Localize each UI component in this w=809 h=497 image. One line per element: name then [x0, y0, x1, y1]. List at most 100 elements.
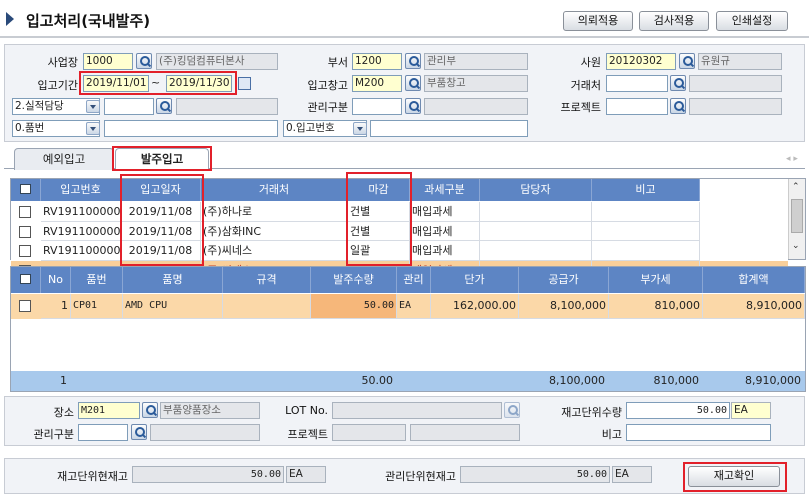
- emp-label: 사원: [580, 56, 601, 69]
- cust-search-icon[interactable]: [670, 75, 686, 91]
- tab-highlight: [112, 146, 212, 171]
- tab-exception-receipt[interactable]: 예외입고: [14, 148, 114, 170]
- mgmt-code-input[interactable]: [352, 98, 402, 115]
- stock-unit-field: EA: [731, 402, 771, 419]
- cell-no: 1: [41, 294, 71, 319]
- role-name-field: [176, 98, 278, 115]
- emp-code-input[interactable]: 20120302: [606, 53, 676, 70]
- col-customer: 거래처: [201, 179, 348, 201]
- cust-code-input[interactable]: [606, 75, 668, 92]
- dept-search-icon[interactable]: [405, 53, 421, 69]
- cell-item-code: CP01: [71, 294, 123, 319]
- footer-stock-unit: EA: [286, 466, 326, 483]
- detail-mgmt-search-icon[interactable]: [131, 424, 147, 440]
- period-label: 입고기간: [37, 79, 78, 92]
- date-to-input[interactable]: 2019/11/30: [166, 75, 232, 92]
- page-title: 입고처리(국내발주): [26, 12, 151, 30]
- select-all-icon[interactable]: [20, 274, 31, 284]
- row-checkbox[interactable]: [19, 206, 31, 218]
- scroll-down-icon[interactable]: ⌄: [792, 241, 800, 251]
- dept-name-field: 관리부: [424, 53, 528, 70]
- row-checkbox[interactable]: [19, 300, 31, 312]
- col-spec: 규격: [223, 267, 311, 293]
- loc-code-input[interactable]: M201: [78, 402, 140, 419]
- stock-qty-input[interactable]: 50.00: [626, 402, 730, 419]
- detail-mgmt-input[interactable]: [78, 424, 128, 441]
- tab-nav-arrows[interactable]: ◂ ▸: [786, 154, 798, 164]
- lot-search-icon: [504, 402, 520, 418]
- footer-mgmt-label: 관리단위현재고: [385, 470, 456, 483]
- proj-label: 프로젝트: [560, 101, 601, 114]
- role-code-input[interactable]: [104, 98, 154, 115]
- sum-supply: 8,100,000: [549, 374, 605, 387]
- mgmt-name-field: [424, 98, 528, 115]
- proj-code-input[interactable]: [606, 98, 668, 115]
- print-settings-button[interactable]: 인쇄설정: [716, 11, 788, 31]
- chevron-down-icon[interactable]: [353, 122, 367, 135]
- role-search-icon[interactable]: [156, 98, 172, 114]
- lot-input: [332, 402, 502, 419]
- biz-code-input[interactable]: 1000: [83, 53, 133, 70]
- dept-code-input[interactable]: 1200: [352, 53, 402, 70]
- date-from-input[interactable]: 2019/11/01: [83, 75, 149, 92]
- cell-manager: [480, 202, 592, 222]
- proj-search-icon[interactable]: [670, 98, 686, 114]
- cell-note: [592, 221, 700, 241]
- sum-total: 8,910,000: [745, 374, 801, 387]
- apply-inspection-button[interactable]: 검사적용: [639, 11, 709, 31]
- detail-mgmt-label: 관리구분: [33, 428, 74, 441]
- grid-check-header[interactable]: [11, 179, 41, 201]
- cell-manager: [480, 221, 592, 241]
- cell-item-name: AMD CPU: [123, 294, 223, 319]
- cell-tax-type: 매입과세: [410, 202, 480, 222]
- calendar-icon[interactable]: [238, 77, 251, 90]
- empty-rows: [11, 319, 805, 371]
- wh-name-field: 부품창고: [424, 75, 528, 92]
- scroll-up-icon[interactable]: ⌃: [792, 182, 800, 192]
- col-no: No: [41, 267, 71, 293]
- cell-order-qty: 50.00: [311, 294, 397, 319]
- select-all-icon[interactable]: [20, 184, 31, 194]
- cell-tax-type: 매입과세: [410, 241, 480, 261]
- biz-label: 사업장: [47, 56, 78, 69]
- chevron-down-icon[interactable]: [86, 122, 100, 135]
- row-checkbox[interactable]: [19, 225, 31, 238]
- chevron-down-icon[interactable]: [86, 100, 100, 113]
- row-checkbox[interactable]: [19, 245, 31, 257]
- biz-search-icon[interactable]: [136, 53, 152, 69]
- item-check-header[interactable]: [11, 267, 41, 293]
- item-input[interactable]: [104, 120, 278, 137]
- col-order-qty: 발주수량: [311, 267, 397, 293]
- cell-total: 8,910,000: [703, 294, 805, 319]
- receipt-input[interactable]: [370, 120, 528, 137]
- closing-col-highlight: [346, 172, 412, 266]
- scroll-thumb[interactable]: [791, 199, 803, 233]
- col-unit: 관리: [397, 267, 431, 293]
- note-input[interactable]: [626, 424, 771, 441]
- stock-qty-label: 재고단위수량: [561, 406, 622, 419]
- grid-scrollbar[interactable]: ⌃ ⌄: [788, 179, 805, 259]
- cell-receipt-no: RV1911000007: [41, 202, 121, 222]
- col-unit-price: 단가: [431, 267, 519, 293]
- loc-name-field: 부품양품장소: [160, 402, 260, 419]
- cell-manager: [480, 241, 592, 261]
- cell-receipt-no: RV1911000008: [41, 221, 121, 241]
- sum-vat: 810,000: [653, 374, 700, 387]
- emp-search-icon[interactable]: [679, 53, 695, 69]
- cust-name-field: [689, 75, 782, 92]
- sum-no: 1: [60, 374, 67, 387]
- cell-vat: 810,000: [609, 294, 703, 319]
- cell-unit-price: 162,000.00: [431, 294, 519, 319]
- col-item-code: 품번: [71, 267, 123, 293]
- loc-search-icon[interactable]: [142, 402, 158, 418]
- wh-search-icon[interactable]: [405, 75, 421, 91]
- apply-request-button[interactable]: 의뢰적용: [563, 11, 633, 31]
- grid-head-empty: [700, 179, 788, 201]
- emp-name-field: 유원규: [698, 53, 782, 70]
- cell-unit: EA: [397, 294, 431, 319]
- wh-code-input[interactable]: M200: [352, 75, 402, 92]
- detail-mgmt-name-field: [150, 424, 260, 441]
- mgmt-search-icon[interactable]: [405, 98, 421, 114]
- date-col-highlight: [120, 174, 204, 266]
- col-vat: 부가세: [609, 267, 703, 293]
